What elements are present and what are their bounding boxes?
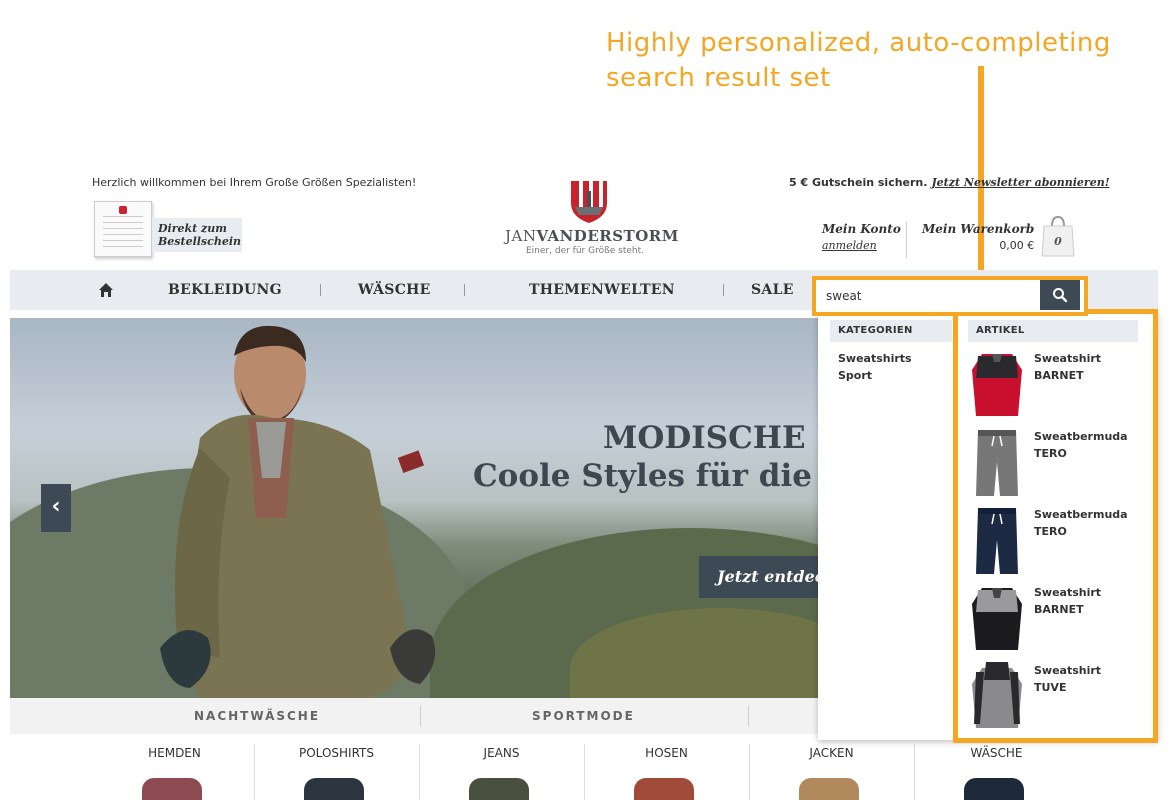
subnav-separator <box>748 706 749 726</box>
dropdown-categories-header: KATEGORIEN <box>830 320 952 342</box>
category-thumbnail <box>469 778 529 800</box>
category-hemden[interactable]: HEMDEN <box>92 740 257 800</box>
order-form-icon <box>94 201 152 257</box>
nav-separator <box>320 284 321 296</box>
order-form-label: Direkt zum Bestellschein <box>152 218 242 252</box>
voucher-promo: 5 € Gutschein sichern. Jetzt Newsletter a… <box>789 176 1110 189</box>
account-section[interactable]: Mein Konto anmelden <box>822 222 901 252</box>
header-divider <box>906 222 907 258</box>
shield-logo-icon <box>571 181 607 223</box>
search-input[interactable] <box>826 285 1036 307</box>
category-strip: HEMDEN POLOSHIRTS JEANS HOSEN JACKEN WÄS… <box>92 740 1082 800</box>
login-link[interactable]: anmelden <box>822 239 901 252</box>
brand-name: JANVANDERSTORM <box>505 227 679 245</box>
site-logo[interactable]: JANVANDERSTORM Einer, der für Größe steh… <box>505 175 679 260</box>
hero-subtitle: Coole Styles für die k <box>473 458 818 494</box>
category-thumbnail <box>964 778 1024 800</box>
annotation-text: Highly personalized, auto-completing sea… <box>606 28 1111 93</box>
category-thumbnail <box>304 778 364 800</box>
subnav-item-nachtwaesche[interactable]: NACHTWÄSCHE <box>194 698 320 734</box>
search-button[interactable] <box>1040 280 1080 310</box>
nav-item-bekleidung[interactable]: BEKLEIDUNG <box>168 270 282 310</box>
category-poloshirts[interactable]: POLOSHIRTS <box>254 740 419 800</box>
category-jacken[interactable]: JACKEN <box>749 740 914 800</box>
category-label: JEANS <box>483 746 520 760</box>
category-thumbnail <box>142 778 202 800</box>
order-form-link[interactable]: Direkt zum Bestellschein <box>94 201 242 257</box>
category-hosen[interactable]: HOSEN <box>584 740 749 800</box>
category-label: POLOSHIRTS <box>299 746 374 760</box>
nav-separator <box>723 284 724 296</box>
category-thumbnail <box>634 778 694 800</box>
category-label: WÄSCHE <box>970 746 1023 760</box>
hero-banner[interactable]: MODISCHE E Coole Styles für die k Jetzt … <box>10 318 818 698</box>
shopping-bag-icon[interactable]: 0 <box>1040 214 1076 258</box>
category-label: HEMDEN <box>148 746 201 760</box>
hero-cta-button[interactable]: Jetzt entdec <box>699 556 818 598</box>
suggestion-category-sweatshirts[interactable]: Sweatshirts <box>838 352 912 365</box>
carousel-prev-button[interactable]: ‹ <box>41 484 71 532</box>
subnav-separator <box>420 706 421 726</box>
category-label: HOSEN <box>645 746 688 760</box>
home-icon[interactable] <box>98 282 114 298</box>
welcome-message: Herzlich willkommen bei Ihrem Große Größ… <box>92 176 417 189</box>
category-thumbnail <box>799 778 859 800</box>
search-box <box>812 276 1088 316</box>
annotation-highlight-articles <box>953 309 1158 743</box>
category-waesche[interactable]: WÄSCHE <box>914 740 1079 800</box>
cart-section[interactable]: Mein Warenkorb 0,00 € <box>922 222 1034 252</box>
newsletter-link[interactable]: Jetzt Newsletter abonnieren! <box>931 176 1109 189</box>
cart-title: Mein Warenkorb <box>922 222 1035 236</box>
category-label: JACKEN <box>809 746 854 760</box>
nav-item-waesche[interactable]: WÄSCHE <box>358 270 431 310</box>
category-jeans[interactable]: JEANS <box>419 740 584 800</box>
nav-item-sale[interactable]: SALE <box>751 270 794 310</box>
nav-item-themenwelten[interactable]: THEMENWELTEN <box>529 270 675 310</box>
nav-separator <box>464 284 465 296</box>
brand-tagline: Einer, der für Größe steht. <box>526 246 644 256</box>
account-title: Mein Konto <box>822 222 901 236</box>
subnav-item-sportmode[interactable]: SPORTMODE <box>532 698 635 734</box>
search-icon <box>1053 288 1068 303</box>
hero-model-image <box>160 325 436 698</box>
cart-price: 0,00 € <box>999 239 1035 252</box>
hero-title: MODISCHE E <box>603 420 818 456</box>
suggestion-category-sport[interactable]: Sport <box>838 369 872 382</box>
cart-count: 0 <box>1054 235 1062 248</box>
